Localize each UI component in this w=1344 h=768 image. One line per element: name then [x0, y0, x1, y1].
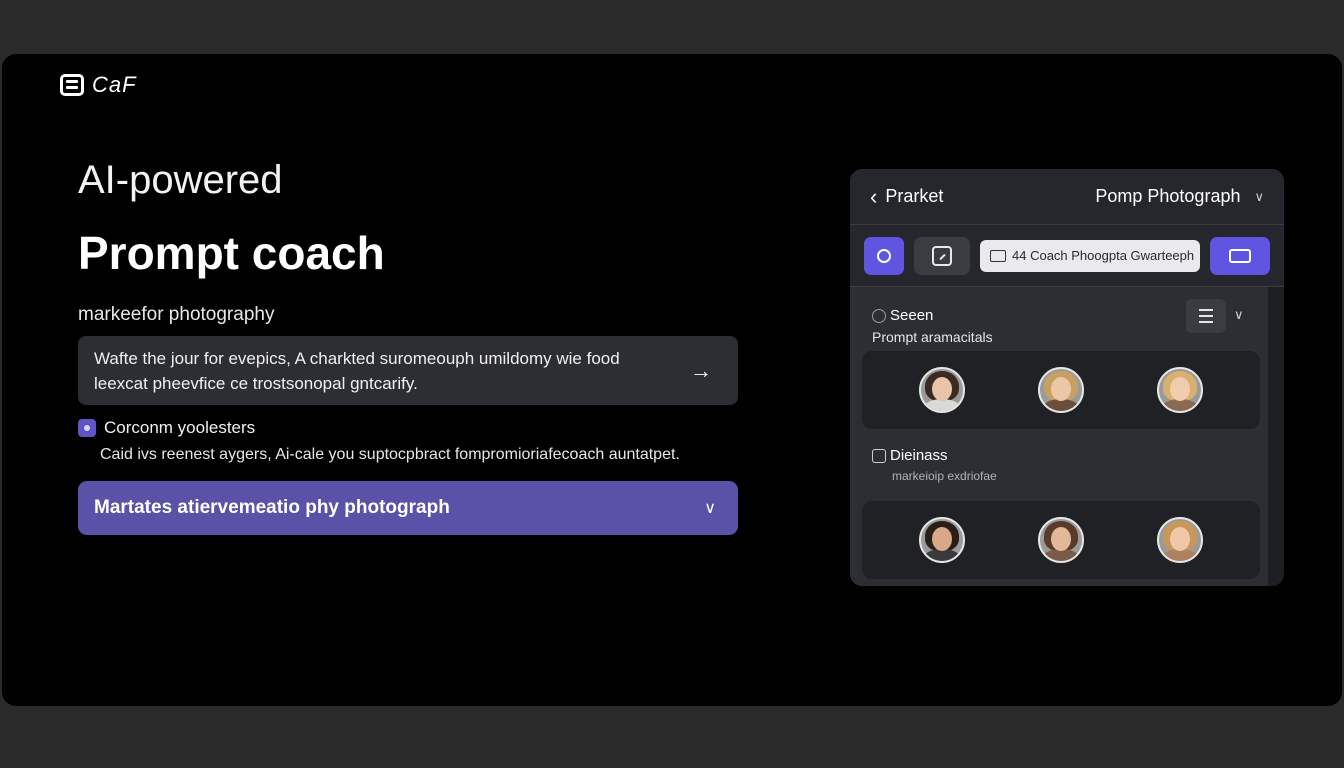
chevron-down-icon[interactable]: ∨: [1254, 189, 1264, 205]
edit-icon: [932, 245, 952, 266]
panel-body: Seeen Prompt aramacitals ∨ Dieinass mark…: [850, 287, 1268, 586]
screen-button[interactable]: [1210, 236, 1270, 275]
panel-scrollbar[interactable]: [1268, 287, 1284, 586]
panel-toolbar: 44 Coach Phoogpta Gwarteeph: [850, 225, 1284, 287]
back-button[interactable]: ‹ Prarket: [870, 183, 944, 209]
avatar[interactable]: [1157, 367, 1204, 413]
hero-eyebrow: AI-powered: [78, 158, 283, 202]
style-select[interactable]: Martates atiervemeatio phy photograph ∨: [78, 481, 738, 535]
avatar[interactable]: [918, 367, 965, 413]
pin-icon: [872, 308, 886, 323]
select-value: Martates atiervemeatio phy photograph: [94, 497, 450, 518]
back-label: Prarket: [885, 186, 944, 206]
edit-button[interactable]: [914, 236, 970, 275]
logo-text: CaF: [92, 72, 137, 97]
prompt-input[interactable]: Wafte the jour for evepics, A charkted s…: [78, 336, 738, 405]
chevron-down-icon[interactable]: ∨: [1234, 307, 1244, 323]
record-button[interactable]: [864, 236, 904, 275]
avatar[interactable]: [1037, 517, 1084, 563]
note-title: Corconm yoolesters: [104, 418, 256, 437]
brand-logo[interactable]: CaF: [60, 72, 137, 98]
chevron-down-icon: ∨: [704, 500, 716, 517]
avatar[interactable]: [1037, 367, 1084, 413]
card-icon: [990, 249, 1006, 262]
coach-search-field[interactable]: 44 Coach Phoogpta Gwarteeph: [980, 239, 1200, 272]
section-subtitle: Prompt aramacitals: [872, 329, 993, 345]
hero-headline: Prompt coach: [78, 227, 385, 279]
hero-sublabel: markeefor photography: [78, 304, 275, 325]
filter-icon: [1199, 309, 1213, 323]
avatar-row: [862, 501, 1260, 579]
screen-icon: [1229, 248, 1251, 263]
circle-icon: [877, 248, 891, 263]
search-value: 44 Coach Phoogpta Gwarteeph: [1012, 248, 1195, 263]
filter-button[interactable]: [1186, 299, 1226, 333]
preview-panel: ‹ Prarket Pomp Photograph ∨ 44 Coach Pho…: [850, 169, 1284, 586]
section-title: Seeen: [890, 307, 934, 324]
section-head: Seeen: [872, 307, 933, 324]
avatar[interactable]: [1157, 517, 1204, 563]
section-subtitle: markeioip exdriofae: [892, 469, 997, 483]
arrow-right-icon[interactable]: →: [690, 358, 712, 384]
chevron-left-icon: ‹: [870, 183, 878, 209]
panel-title[interactable]: Pomp Photograph: [1095, 186, 1240, 207]
app-screen: CaF AI-powered Prompt coach markeefor ph…: [2, 54, 1342, 706]
section-head: Dieinass: [872, 447, 948, 464]
logo-icon: [60, 74, 84, 96]
avatar[interactable]: [918, 517, 965, 563]
camera-icon: [872, 448, 886, 463]
note-description: Caid ivs reenest aygers, Ai-cale you sup…: [100, 446, 680, 463]
checkbox-icon[interactable]: [78, 419, 96, 437]
avatar-row: [862, 351, 1260, 429]
prompt-text: Wafte the jour for evepics, A charkted s…: [94, 349, 620, 393]
section-title: Dieinass: [890, 447, 948, 464]
panel-header: ‹ Prarket Pomp Photograph ∨: [850, 169, 1284, 225]
note-row: Corconm yoolesters: [78, 418, 255, 438]
